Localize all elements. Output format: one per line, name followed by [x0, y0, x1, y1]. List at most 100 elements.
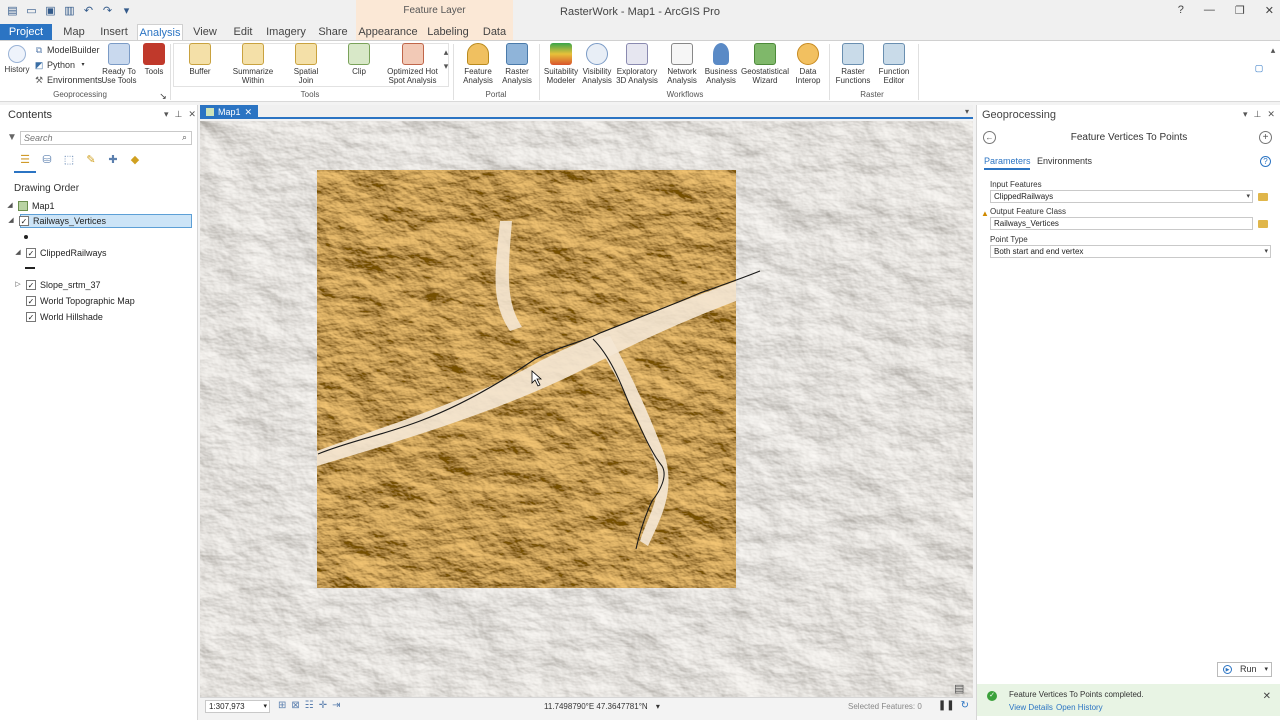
raster-analysis-button[interactable]: Raster Analysis: [498, 43, 536, 85]
list-by-snapping-icon[interactable]: ✚: [106, 153, 120, 167]
tab-share[interactable]: Share: [312, 24, 354, 40]
close-icon[interactable]: ✕: [188, 109, 196, 120]
snapping-icon[interactable]: ✛: [319, 700, 327, 711]
filter-icon[interactable]: ▼: [7, 132, 17, 143]
raster-functions-button[interactable]: Raster Functions: [832, 43, 874, 85]
toc-layer-clipped-railways[interactable]: ◢ ✓ ClippedRailways: [14, 246, 107, 260]
map-overview-icon[interactable]: ▤: [954, 682, 964, 695]
layer-visibility-checkbox[interactable]: ✓: [19, 216, 29, 226]
layer-visibility-checkbox[interactable]: ✓: [26, 296, 36, 306]
close-icon[interactable]: ✕: [245, 105, 253, 119]
summarize-within-button[interactable]: Summarize Within: [229, 43, 277, 85]
collapse-icon[interactable]: ◢: [14, 246, 22, 260]
data-interop-button[interactable]: Data Interop: [790, 43, 826, 85]
close-icon[interactable]: ✕: [1267, 109, 1275, 120]
toc-layer-world-hillshade[interactable]: ✓ World Hillshade: [14, 310, 103, 324]
pin-icon[interactable]: ⊥: [175, 109, 183, 120]
help-button[interactable]: ?: [1178, 4, 1184, 17]
list-by-drawing-order-icon[interactable]: ☰: [18, 153, 32, 167]
chevron-down-icon[interactable]: ▾: [1264, 663, 1268, 676]
optimized-hot-spot-button[interactable]: Optimized Hot Spot Analysis: [385, 43, 440, 85]
layer-visibility-checkbox[interactable]: ✓: [26, 280, 36, 290]
line-symbol-icon[interactable]: [25, 267, 35, 269]
geoprocessing-launcher[interactable]: ↘: [158, 91, 168, 101]
chevron-down-icon[interactable]: ▾: [656, 702, 660, 711]
fixed-zoom-icon[interactable]: ⊞: [278, 700, 286, 711]
suitability-modeler-button[interactable]: Suitability Modeler: [542, 43, 580, 85]
environments-button[interactable]: ⚒ Environments: [34, 75, 102, 85]
function-editor-button[interactable]: Function Editor: [874, 43, 914, 85]
map-view-tab[interactable]: Map1 ✕: [200, 105, 259, 119]
grid-icon[interactable]: ☷: [305, 700, 314, 711]
tab-analysis[interactable]: Analysis: [137, 24, 183, 41]
chevron-down-icon[interactable]: ▾: [1264, 246, 1268, 257]
pause-drawing-icon[interactable]: ❚❚: [938, 700, 955, 711]
tab-view[interactable]: View: [188, 24, 222, 40]
tools-button[interactable]: Tools: [141, 43, 167, 76]
buffer-button[interactable]: Buffer: [183, 43, 217, 76]
tab-insert[interactable]: Insert: [96, 24, 132, 40]
modelbuilder-button[interactable]: ⧉ ModelBuilder: [34, 45, 100, 55]
tab-imagery[interactable]: Imagery: [264, 24, 308, 40]
map-canvas[interactable]: [200, 121, 973, 697]
pane-options-icon[interactable]: ▾: [1243, 109, 1248, 120]
network-analysis-button[interactable]: Network Analysis: [662, 43, 702, 85]
tab-project[interactable]: Project: [0, 24, 52, 40]
toc-layer-railways-vertices[interactable]: ◢ ✓ Railways_Vertices: [8, 214, 192, 228]
full-extent-icon[interactable]: ⊠: [291, 700, 299, 711]
close-icon[interactable]: ✕: [1263, 691, 1271, 702]
list-by-editing-icon[interactable]: ✎: [84, 153, 98, 167]
layer-visibility-checkbox[interactable]: ✓: [26, 248, 36, 258]
toc-layer-slope[interactable]: ▷ ✓ Slope_srtm_37: [14, 278, 101, 292]
list-by-labeling-icon[interactable]: ◆: [128, 153, 142, 167]
geostatistical-wizard-button[interactable]: Geostatistical Wizard: [740, 43, 790, 85]
restore-button[interactable]: ❐: [1235, 4, 1245, 17]
minimize-button[interactable]: —: [1204, 4, 1215, 17]
search-icon[interactable]: ⌕: [182, 132, 187, 143]
add-to-favorites-button[interactable]: +: [1259, 131, 1272, 144]
toc-map-row[interactable]: ◢ Map1: [6, 199, 55, 213]
notification-icon[interactable]: ▢: [1254, 63, 1264, 73]
feature-analysis-button[interactable]: Feature Analysis: [459, 43, 497, 85]
expand-icon[interactable]: ▷: [14, 278, 22, 292]
contents-search-input[interactable]: [21, 132, 171, 144]
browse-folder-icon[interactable]: [1258, 193, 1268, 201]
close-button[interactable]: ✕: [1265, 4, 1274, 17]
selected-features-count[interactable]: Selected Features: 0: [848, 702, 922, 711]
list-by-source-icon[interactable]: ⛁: [40, 153, 54, 167]
navigate-icon[interactable]: ⇥: [332, 700, 340, 711]
python-button[interactable]: ◩ Python ▾: [34, 60, 88, 70]
history-button[interactable]: History: [3, 43, 31, 74]
collapse-icon[interactable]: ◢: [7, 214, 15, 228]
tab-environments[interactable]: Environments: [1037, 156, 1092, 166]
ready-to-use-tools-button[interactable]: Ready To Use Tools: [99, 43, 139, 85]
tab-appearance[interactable]: Appearance: [356, 24, 420, 40]
spatial-join-button[interactable]: Spatial Join: [288, 43, 324, 85]
visibility-analysis-button[interactable]: Visibility Analysis: [580, 43, 614, 85]
chevron-down-icon[interactable]: ▾: [965, 107, 969, 116]
contents-search-box[interactable]: ⌕: [20, 131, 192, 145]
map-scale-selector[interactable]: 1:307,973 ▾: [205, 700, 270, 713]
collapse-icon[interactable]: ◢: [6, 199, 14, 213]
input-features-field[interactable]: ClippedRailways ▾: [990, 190, 1253, 203]
point-symbol-icon[interactable]: [24, 235, 28, 239]
toc-layer-world-topographic[interactable]: ✓ World Topographic Map: [14, 294, 135, 308]
clip-button[interactable]: Clip: [344, 43, 374, 76]
view-details-link[interactable]: View Details: [1009, 703, 1053, 712]
business-analysis-button[interactable]: Business Analysis: [702, 43, 740, 85]
tab-edit[interactable]: Edit: [226, 24, 260, 40]
pin-icon[interactable]: ⊥: [1254, 109, 1262, 120]
tab-labeling[interactable]: Labeling: [420, 24, 476, 40]
exploratory-3d-button[interactable]: Exploratory 3D Analysis: [614, 43, 660, 85]
collapse-ribbon-button[interactable]: ▴: [1268, 45, 1278, 55]
gallery-scroll[interactable]: ▴: [441, 47, 451, 57]
point-type-select[interactable]: Both start and end vertex ▾: [990, 245, 1271, 258]
map-view[interactable]: [200, 121, 973, 697]
output-feature-class-field[interactable]: Railways_Vertices: [990, 217, 1253, 230]
tab-parameters[interactable]: Parameters: [984, 156, 1031, 166]
chevron-down-icon[interactable]: ▾: [1246, 191, 1250, 202]
list-by-selection-icon[interactable]: ⬚: [62, 153, 76, 167]
browse-folder-icon[interactable]: [1258, 220, 1268, 228]
help-icon[interactable]: ?: [1260, 156, 1271, 167]
tab-map[interactable]: Map: [55, 24, 93, 40]
